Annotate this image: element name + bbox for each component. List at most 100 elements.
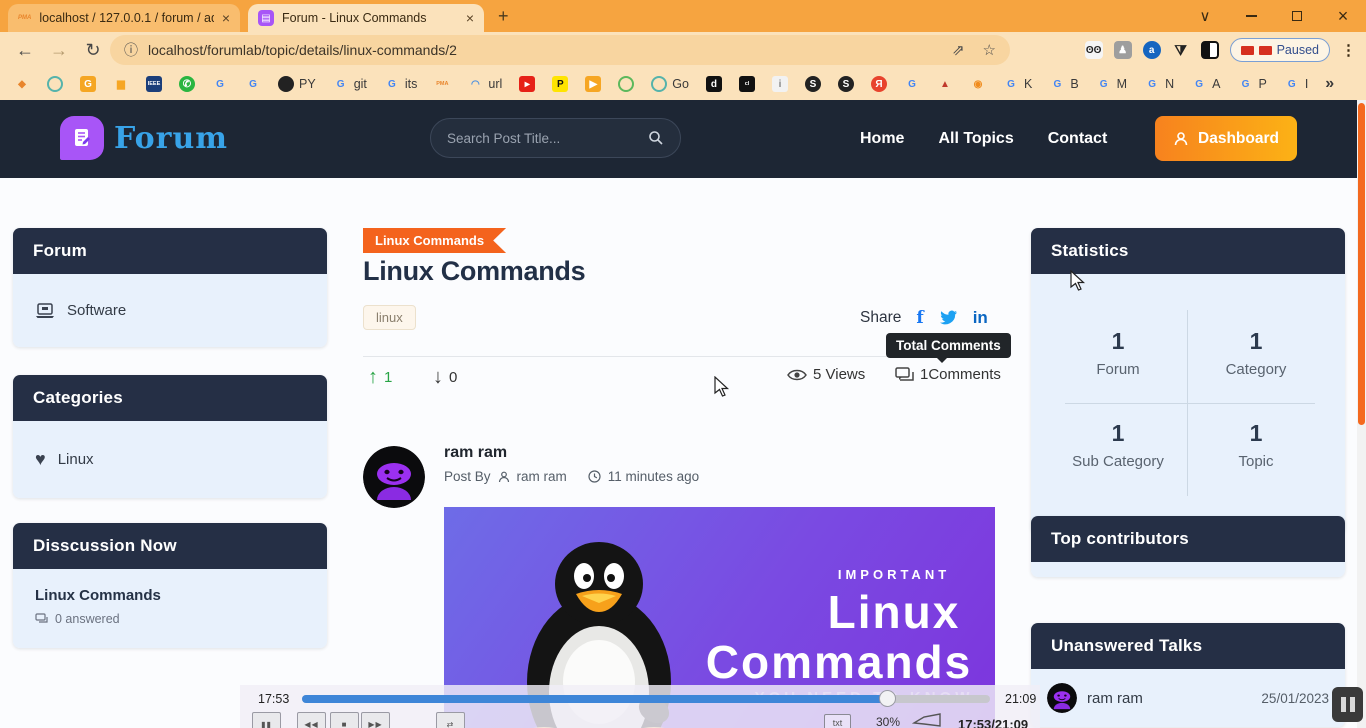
seek-bar[interactable]	[302, 695, 990, 703]
previous-button[interactable]: ◀◀	[297, 712, 326, 728]
bookmark-item[interactable]: Ggit	[333, 76, 367, 92]
bookmark-item[interactable]: GP	[1237, 76, 1266, 92]
panda-extension-icon[interactable]: ʘʘ	[1085, 41, 1103, 59]
download-paused-badge[interactable]: Paused	[1230, 38, 1330, 62]
bookmark-item[interactable]: G	[212, 76, 228, 92]
site-logo[interactable]: Forum	[60, 116, 228, 160]
next-button[interactable]: ▶▶	[361, 712, 390, 728]
google-icon: G	[1237, 76, 1253, 92]
bookmark-item[interactable]	[618, 76, 634, 92]
dashboard-button[interactable]: Dashboard	[1155, 116, 1297, 161]
bookmark-item[interactable]: ▆	[113, 76, 129, 92]
bookmark-item[interactable]: ◠url	[467, 76, 502, 92]
new-tab-button[interactable]: +	[498, 6, 509, 27]
tab-close-icon[interactable]: ×	[466, 10, 474, 26]
seek-thumb[interactable]	[879, 690, 896, 707]
bookmark-item[interactable]: GB	[1049, 76, 1078, 92]
stop-button[interactable]: ■	[330, 712, 359, 728]
bookmark-item[interactable]: Go	[651, 76, 689, 92]
tag-linux[interactable]: linux	[363, 305, 416, 330]
sidebar-item-linux[interactable]: ♥ Linux	[35, 449, 305, 470]
downvote-button[interactable]: ↓ 0	[433, 366, 457, 389]
bookmark-item[interactable]: IEEE	[146, 76, 162, 92]
google-icon: G	[245, 76, 261, 92]
facebook-icon[interactable]: f	[916, 308, 923, 328]
a-extension-icon[interactable]: a	[1143, 41, 1161, 59]
author-name[interactable]: ram ram	[444, 444, 507, 462]
bookmark-item[interactable]: ▲	[937, 76, 953, 92]
recorder-pause-button[interactable]	[1332, 687, 1363, 722]
bookmarks-overflow-chevron[interactable]: »	[1325, 75, 1334, 93]
nav-item-contact[interactable]: Contact	[1048, 130, 1108, 148]
search-icon[interactable]	[648, 130, 664, 146]
unanswered-talk-row[interactable]: ram ram 25/01/2023	[1031, 669, 1345, 727]
extensions-puzzle-icon[interactable]: ⧩	[1172, 41, 1190, 59]
bookmark-item[interactable]: GN	[1144, 76, 1174, 92]
discussion-topic-link[interactable]: Linux Commands	[35, 587, 305, 604]
bookmark-item[interactable]: PY	[278, 76, 316, 92]
cl-icon: cl	[739, 76, 755, 92]
bookmark-item[interactable]: ▸	[519, 76, 535, 92]
bookmark-item[interactable]: GI	[1284, 76, 1308, 92]
page-scrollbar[interactable]	[1357, 100, 1366, 728]
search-input[interactable]	[447, 131, 648, 146]
down-arrow-icon[interactable]: ↓	[433, 366, 443, 389]
bookmark-item[interactable]: GM	[1096, 76, 1127, 92]
twitter-icon[interactable]	[939, 310, 958, 326]
speaker-icon[interactable]	[912, 713, 942, 728]
bookmark-item[interactable]: G	[245, 76, 261, 92]
figure-icon: i	[772, 76, 788, 92]
bookmark-item[interactable]: G	[904, 76, 920, 92]
bookmark-item[interactable]: d	[706, 76, 722, 92]
bookmark-item[interactable]: P	[552, 76, 568, 92]
bookmark-item[interactable]: cl	[739, 76, 755, 92]
bookmark-star-icon[interactable]: ☆	[983, 41, 996, 59]
linkedin-icon[interactable]: in	[973, 308, 988, 328]
comments-indicator[interactable]: 1Comments	[895, 366, 1001, 383]
up-arrow-icon[interactable]: ↑	[368, 366, 378, 389]
bookmark-item[interactable]: S	[805, 76, 821, 92]
talk-user-name[interactable]: ram ram	[1087, 690, 1143, 707]
sidebar-item-software[interactable]: Software	[35, 302, 305, 319]
scrollbar-thumb[interactable]	[1358, 103, 1365, 425]
browser-menu-icon[interactable]: ⋮	[1341, 41, 1356, 59]
browser-tab-forum[interactable]: ▤ Forum - Linux Commands ×	[248, 4, 484, 32]
restore-button[interactable]	[1276, 0, 1318, 32]
bookmark-item[interactable]: Gits	[384, 76, 418, 92]
close-window-button[interactable]: ×	[1322, 0, 1364, 32]
bookmark-item[interactable]: ✆	[179, 76, 195, 92]
tab-search-icon[interactable]: ∨	[1184, 0, 1226, 32]
nav-item-home[interactable]: Home	[860, 130, 904, 148]
tab-close-icon[interactable]: ×	[222, 10, 230, 26]
bookmark-item[interactable]: PMA	[434, 76, 450, 92]
gray-extension-icon[interactable]: ♟	[1114, 41, 1132, 59]
bookmark-item[interactable]: i	[772, 76, 788, 92]
nav-item-all-topics[interactable]: All Topics	[938, 130, 1013, 148]
txt-toggle-button[interactable]: txt	[824, 714, 851, 728]
minimize-button[interactable]	[1230, 0, 1272, 32]
url-text[interactable]: localhost/forumlab/topic/details/linux-c…	[148, 42, 457, 58]
share-page-icon[interactable]: ⇗	[952, 41, 965, 59]
site-info-icon[interactable]: ⓘ	[124, 40, 138, 60]
bookmark-item[interactable]: S	[838, 76, 854, 92]
bookmark-item[interactable]: GA	[1191, 76, 1220, 92]
post-by-name[interactable]: ram ram	[517, 469, 567, 484]
shuffle-button[interactable]: ⇄	[436, 712, 465, 728]
bookmark-item[interactable]: G	[80, 76, 96, 92]
upvote-button[interactable]: ↑ 1	[368, 366, 392, 389]
bookmark-item[interactable]: ◉	[970, 76, 986, 92]
pause-button[interactable]: ▮▮	[252, 712, 281, 728]
back-button[interactable]: ←	[8, 40, 42, 61]
refresh-button[interactable]: ↻	[76, 40, 110, 61]
forward-button[interactable]: →	[42, 40, 76, 61]
reader-extension-icon[interactable]	[1201, 41, 1219, 59]
forum-card-title: Forum	[13, 228, 327, 274]
bookmark-item[interactable]	[47, 76, 63, 92]
bookmark-item[interactable]: Я	[871, 76, 887, 92]
search-bar[interactable]	[430, 118, 681, 158]
bookmark-item[interactable]: ▶	[585, 76, 601, 92]
address-bar[interactable]: ⓘ localhost/forumlab/topic/details/linux…	[110, 35, 1010, 65]
browser-tab-phpmyadmin[interactable]: PMA localhost / 127.0.0.1 / forum / ad ×	[8, 4, 240, 32]
bookmark-item[interactable]: GK	[1003, 76, 1032, 92]
bookmark-item[interactable]: ◆	[14, 76, 30, 92]
